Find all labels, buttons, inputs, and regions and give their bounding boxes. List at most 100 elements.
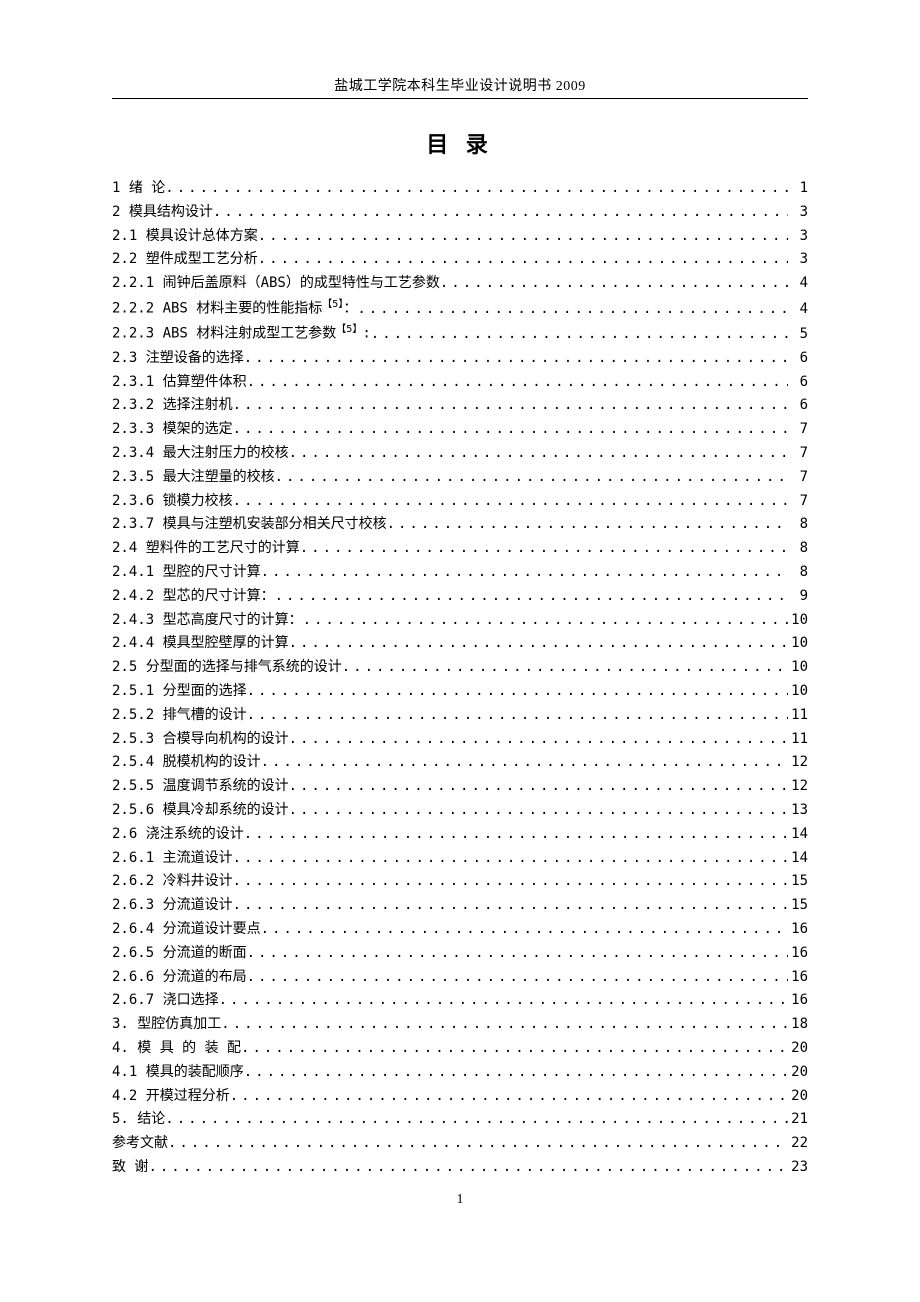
- toc-leader-dots: [241, 1041, 788, 1055]
- toc-leader-dots: [213, 205, 788, 219]
- toc-leader-dots: [289, 446, 788, 460]
- toc-entry-label: 2.4 塑料件的工艺尺寸的计算: [112, 541, 300, 555]
- toc-entry-page: 16: [788, 922, 808, 936]
- toc-entry-page: 16: [788, 970, 808, 984]
- toc-entry-page: 12: [788, 755, 808, 769]
- toc-entry: 2 模具结构设计3: [112, 205, 808, 219]
- toc-leader-dots: [168, 1136, 788, 1150]
- toc-entry-label: 2.6.1 主流道设计: [112, 851, 233, 865]
- toc-title: 目 录: [112, 127, 808, 159]
- toc-entry-label: 2.2.2 ABS 材料主要的性能指标【5】：: [112, 300, 357, 316]
- toc-entry-label: 2.4.3 型芯高度尺寸的计算：: [112, 613, 303, 627]
- toc-leader-dots: [342, 660, 788, 674]
- toc-entry-label: 2.3.4 最大注射压力的校核: [112, 446, 289, 460]
- toc-entry: 2.3.4 最大注射压力的校核 7: [112, 446, 808, 460]
- toc-entry-page: 8: [788, 565, 808, 579]
- table-of-contents: 1 绪 论 1 2 模具结构设计3 2.1 模具设计总体方案 3 2.2 塑件成型工艺分…: [112, 181, 808, 1174]
- toc-entry-label: 2.6 浇注系统的设计: [112, 827, 244, 841]
- toc-entry-page: 4: [788, 302, 808, 316]
- toc-entry-page: 20: [788, 1089, 808, 1103]
- toc-entry-label: 2.5 分型面的选择与排气系统的设计: [112, 660, 342, 674]
- toc-entry-page: 6: [788, 398, 808, 412]
- toc-leader-dots: [440, 276, 788, 290]
- toc-leader-dots: [261, 922, 788, 936]
- toc-entry: 2.2 塑件成型工艺分析 3: [112, 252, 808, 266]
- toc-entry-page: 10: [788, 636, 808, 650]
- toc-entry: 2.4.4 模具型腔壁厚的计算10: [112, 636, 808, 650]
- toc-leader-dots: [247, 684, 788, 698]
- toc-entry: 参考文献22: [112, 1136, 808, 1150]
- toc-entry-label: 2.5.5 温度调节系统的设计: [112, 779, 289, 793]
- toc-entry-label: 2.3.1 估算塑件体积: [112, 375, 247, 389]
- toc-entry: 2.3.2 选择注射机 6: [112, 398, 808, 412]
- page-header: 盐城工学院本科生毕业设计说明书 2009: [112, 75, 808, 95]
- toc-entry: 2.3.6 锁模力校核7: [112, 494, 808, 508]
- toc-entry: 2.5.3 合模导向机构的设计11: [112, 732, 808, 746]
- toc-entry-label: 2.3.6 锁模力校核: [112, 494, 233, 508]
- toc-entry: 2.3 注塑设备的选择 6: [112, 351, 808, 365]
- toc-entry-page: 18: [788, 1017, 808, 1031]
- toc-entry-label: 4.2 开模过程分析: [112, 1089, 230, 1103]
- toc-entry-page: 20: [788, 1041, 808, 1055]
- toc-entry-label: 2.6.5 分流道的断面: [112, 946, 247, 960]
- toc-entry: 2.5 分型面的选择与排气系统的设计 10: [112, 660, 808, 674]
- toc-entry-label: 2.4.1 型腔的尺寸计算: [112, 565, 261, 579]
- toc-entry-page: 14: [788, 851, 808, 865]
- toc-entry-label: 2.2.1 闹钟后盖原料（ABS）的成型特性与工艺参数: [112, 276, 440, 290]
- toc-entry: 2.2.1 闹钟后盖原料（ABS）的成型特性与工艺参数4: [112, 276, 808, 290]
- toc-entry: 2.5.2 排气槽的设计11: [112, 708, 808, 722]
- toc-entry-page: 1: [788, 181, 808, 195]
- toc-entry: 2.5.5 温度调节系统的设计12: [112, 779, 808, 793]
- toc-entry: 2.2.2 ABS 材料主要的性能指标【5】： 4: [112, 300, 808, 316]
- toc-leader-dots: [303, 613, 788, 627]
- toc-leader-dots: [230, 1089, 788, 1103]
- toc-entry-tail: ：: [343, 301, 357, 317]
- toc-entry-page: 11: [788, 732, 808, 746]
- toc-entry: 2.5.1 分型面的选择10: [112, 684, 808, 698]
- toc-entry-label: 2.5.2 排气槽的设计: [112, 708, 247, 722]
- toc-entry: 4.2 开模过程分析 20: [112, 1089, 808, 1103]
- toc-entry-label: 致 谢: [112, 1160, 148, 1174]
- toc-entry: 2.6.5 分流道的断面 16: [112, 946, 808, 960]
- toc-entry-page: 5: [788, 327, 808, 341]
- toc-entry-label: 1 绪 论: [112, 181, 165, 195]
- toc-entry: 2.6.1 主流道设计 14: [112, 851, 808, 865]
- toc-leader-dots: [300, 541, 788, 555]
- toc-entry-page: 14: [788, 827, 808, 841]
- toc-leader-dots: [247, 708, 788, 722]
- toc-leader-dots: [258, 229, 788, 243]
- toc-entry: 2.3.3 模架的选定 7: [112, 422, 808, 436]
- toc-entry-page: 9: [788, 589, 808, 603]
- toc-entry-label: 4. 模 具 的 装 配: [112, 1041, 241, 1055]
- toc-entry-label: 2.6.7 浇口选择: [112, 993, 219, 1007]
- toc-entry-label: 4.1 模具的装配顺序: [112, 1065, 244, 1079]
- toc-leader-dots: [221, 1017, 788, 1031]
- toc-leader-dots: [357, 302, 788, 316]
- toc-entry-page: 10: [788, 660, 808, 674]
- toc-entry: 4. 模 具 的 装 配 20: [112, 1041, 808, 1055]
- toc-entry-label: 2.4.2 型芯的尺寸计算：: [112, 589, 275, 603]
- toc-entry: 2.3.1 估算塑件体积6: [112, 375, 808, 389]
- toc-entry-page: 21: [788, 1112, 808, 1126]
- toc-leader-dots: [233, 422, 788, 436]
- toc-leader-dots: [261, 755, 788, 769]
- toc-entry-page: 23: [788, 1160, 808, 1174]
- toc-entry-page: 20: [788, 1065, 808, 1079]
- toc-leader-dots: [247, 970, 788, 984]
- toc-leader-dots: [233, 398, 788, 412]
- toc-entry-page: 10: [788, 684, 808, 698]
- toc-entry-label: 2.3.2 选择注射机: [112, 398, 233, 412]
- toc-entry-label: 2.6.6 分流道的布局: [112, 970, 247, 984]
- toc-entry: 5. 结论21: [112, 1112, 808, 1126]
- toc-entry: 2.2.3 ABS 材料注射成型工艺参数【5】:5: [112, 325, 808, 341]
- toc-entry-label: 2.3.3 模架的选定: [112, 422, 233, 436]
- toc-entry-label: 2.5.4 脱模机构的设计: [112, 755, 261, 769]
- toc-entry-page: 7: [788, 422, 808, 436]
- toc-entry-page: 16: [788, 993, 808, 1007]
- toc-entry: 2.1 模具设计总体方案 3: [112, 229, 808, 243]
- toc-leader-dots: [261, 565, 788, 579]
- page-number: 1: [112, 1192, 808, 1208]
- toc-leader-dots: [148, 1160, 788, 1174]
- toc-entry-page: 16: [788, 946, 808, 960]
- toc-entry-page: 7: [788, 446, 808, 460]
